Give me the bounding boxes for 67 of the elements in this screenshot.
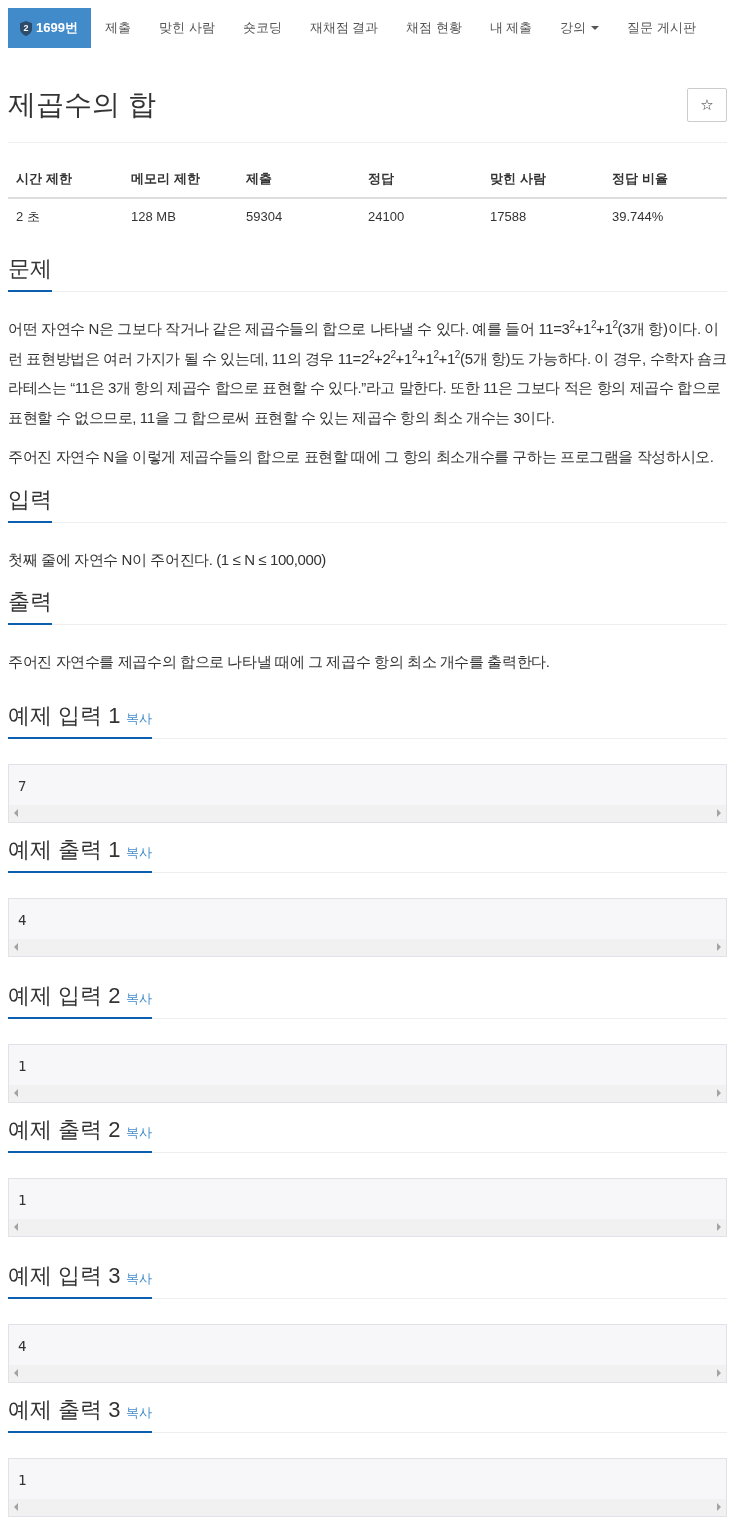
- nav-tab[interactable]: 내 제출: [475, 8, 547, 48]
- section-paragraph: 주어진 자연수를 제곱수의 합으로 나타낼 때에 그 제곱수 항의 최소 개수를 출력한다.: [8, 652, 551, 672]
- star-button[interactable]: ☆: [687, 88, 727, 122]
- copy-link[interactable]: 복사: [126, 990, 153, 1006]
- sample-heading: 예제 출력 2: [8, 1116, 121, 1142]
- copy-link[interactable]: 복사: [126, 710, 153, 726]
- sample-text: 4: [17, 910, 28, 930]
- section-paragraph: 첫째 줄에 자연수 N이 주어진다. (1 ≤ N ≤ 100,000): [8, 549, 327, 570]
- horizontal-scrollbar[interactable]: [9, 1498, 726, 1516]
- table-cell-text: 39.744%: [611, 208, 665, 226]
- table-cell-text: 2 초: [15, 208, 41, 226]
- table-cell-text: 59304: [245, 208, 284, 226]
- nav-tab[interactable]: 강의: [546, 8, 614, 48]
- nav-tab[interactable]: 제출: [90, 8, 145, 48]
- section-heading: 입력: [8, 486, 52, 512]
- right-arrow-icon[interactable]: [717, 1089, 721, 1097]
- section-paragraph: 주어진 자연수 N을 이렇게 제곱수들의 합으로 표현할 때에 그 항의 최소개수를 구하는 프로그램을 작성하시오.: [8, 447, 715, 467]
- section-heading: 문제: [8, 256, 52, 281]
- table-header: 시간 제한: [8, 161, 123, 199]
- tier-badge: 2: [20, 20, 32, 36]
- sample-text: 7: [17, 776, 28, 796]
- table-header: 정답: [360, 161, 482, 199]
- table-cell-text: 128 MB: [130, 208, 177, 226]
- copy-link[interactable]: 복사: [126, 1270, 153, 1286]
- sample-text: 1: [17, 1470, 28, 1490]
- sample-heading: 예제 입력 3: [8, 1262, 121, 1288]
- left-arrow-icon[interactable]: [14, 1223, 18, 1231]
- sample-heading: 예제 출력 1: [8, 836, 121, 862]
- table-cell-text: 24100: [367, 208, 406, 226]
- right-arrow-icon[interactable]: [717, 809, 721, 817]
- sample-heading: 예제 출력 3: [8, 1396, 121, 1422]
- horizontal-scrollbar[interactable]: [9, 1218, 726, 1236]
- nav-tab[interactable]: 숏코딩: [228, 8, 296, 48]
- table-cell-text: 17588: [489, 208, 528, 226]
- nav-tab[interactable]: 질문 게시판: [613, 8, 711, 48]
- right-arrow-icon[interactable]: [717, 943, 721, 951]
- right-arrow-icon[interactable]: [717, 1369, 721, 1377]
- horizontal-scrollbar[interactable]: [9, 804, 726, 822]
- table-header: 정답 비율: [604, 161, 727, 199]
- nav-tab[interactable]: 맞힌 사람: [144, 8, 229, 48]
- sample-heading: 예제 입력 1: [8, 702, 121, 728]
- left-arrow-icon[interactable]: [14, 1369, 18, 1377]
- copy-link[interactable]: 복사: [126, 1124, 153, 1140]
- section-heading: 출력: [8, 589, 52, 614]
- right-arrow-icon[interactable]: [717, 1223, 721, 1231]
- sample-text: 4: [17, 1336, 28, 1356]
- table-header: 제출: [238, 161, 360, 199]
- horizontal-scrollbar[interactable]: [9, 1364, 726, 1382]
- copy-link[interactable]: 복사: [126, 844, 153, 860]
- nav-tab[interactable]: 2 1699번: [8, 8, 91, 48]
- sample-text: 1: [17, 1056, 28, 1076]
- problem-title: 제곱수의 합: [8, 88, 156, 122]
- horizontal-scrollbar[interactable]: [9, 938, 726, 956]
- left-arrow-icon[interactable]: [14, 1089, 18, 1097]
- copy-link[interactable]: 복사: [126, 1404, 153, 1420]
- right-arrow-icon[interactable]: [717, 1503, 721, 1511]
- nav-tab[interactable]: 채점 현황: [392, 8, 476, 48]
- left-arrow-icon[interactable]: [14, 809, 18, 817]
- table-header: 메모리 제한: [123, 161, 238, 199]
- left-arrow-icon[interactable]: [14, 1503, 18, 1511]
- horizontal-scrollbar[interactable]: [9, 1084, 726, 1102]
- nav-tab[interactable]: 재채점 결과: [295, 8, 393, 48]
- sample-text: 1: [17, 1190, 28, 1210]
- sample-heading: 예제 입력 2: [8, 982, 121, 1008]
- section-paragraph: 어떤 자연수 N은 그보다 작거나 같은 제곱수들의 합으로 나타낼 수 있다. 예를 들어 11=3$^{2}$+1$^{2}$+1$^{2}$(3개 항)이다. 이런 표현방법은 여러 가지가 될 수 있는데, 11의 경우 11=2$^{2}$+2$^{2}$+1$^{2}$+1$^{2}$+1$^{2}$(5개 항)도 가능하다. 이 경우, 수학자 숌크라테스는 “11은 3개 항의 제곱수 합으로 표현할 수 있다.”라고 말한다. 또한 11은 그보다 적은 항의 제곱수 합으로 표현할 수 없으므로, 11을 그 합으로써 표현할 수 있는 제곱수 항의 최소 개수는 3이다.: [8, 318, 727, 428]
- left-arrow-icon[interactable]: [14, 943, 18, 951]
- table-header: 맞힌 사람: [482, 161, 604, 199]
